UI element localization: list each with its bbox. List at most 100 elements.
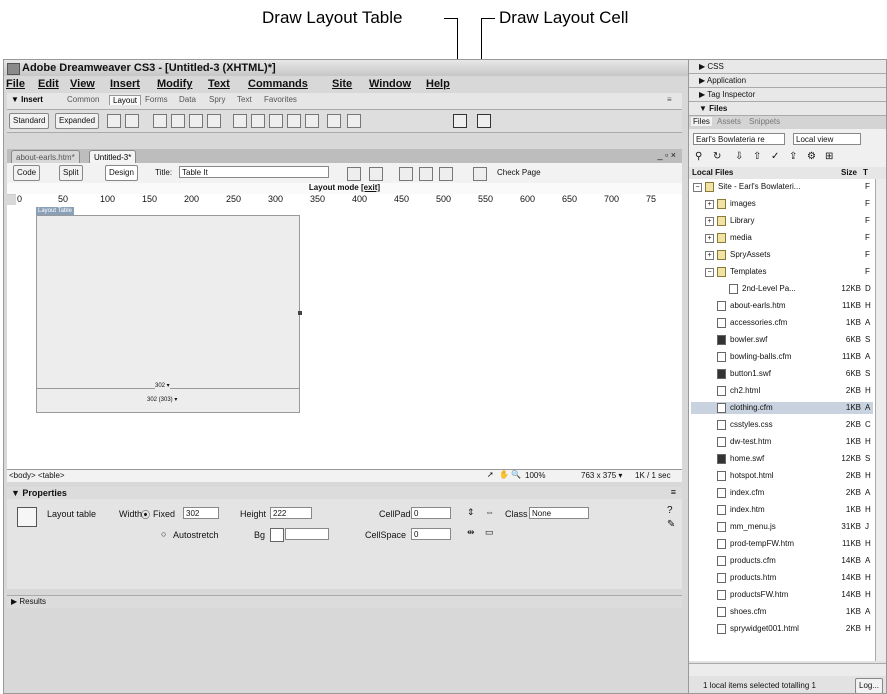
expand-toggle-icon[interactable]: + — [705, 234, 714, 243]
window-size-select[interactable]: 763 x 375 ▾ — [581, 471, 622, 480]
menu-help[interactable]: Help — [426, 78, 450, 90]
file-tree-row[interactable]: − Site - Earl's Bowlateri... F — [691, 181, 873, 193]
file-tree-row[interactable]: hotspot.html 2KB H — [691, 470, 873, 482]
zoom-tool-icon[interactable]: 🔍 — [511, 470, 521, 479]
file-tree-row[interactable]: shoes.cfm 1KB A — [691, 606, 873, 618]
file-tree-row[interactable]: productsFW.htm 14KB H — [691, 589, 873, 601]
merge-cells-icon[interactable] — [287, 114, 301, 128]
file-tree-row[interactable]: bowling-balls.cfm 11KB A — [691, 351, 873, 363]
file-tree-row[interactable]: index.htm 1KB H — [691, 504, 873, 516]
column-width-label[interactable]: 302 ▾ — [155, 382, 170, 389]
file-tree-row[interactable]: home.swf 12KB S — [691, 453, 873, 465]
resize-handle[interactable] — [298, 311, 302, 315]
check-in-icon[interactable]: ⇪ — [789, 151, 797, 162]
autostretch-radio[interactable]: ○ — [161, 529, 166, 539]
insert-div-icon[interactable] — [125, 114, 139, 128]
cellpad-input[interactable]: 0 — [411, 507, 451, 519]
file-tree-row[interactable]: + SpryAssets F — [691, 249, 873, 261]
log-button[interactable]: Log... — [855, 678, 884, 693]
results-panel-header[interactable]: ▶ Results — [7, 595, 682, 608]
split-view-button[interactable]: Split — [59, 165, 83, 181]
layout-mode-exit-link[interactable]: [exit] — [361, 183, 380, 192]
panel-options-icon[interactable]: ≡ — [667, 95, 672, 104]
design-view-button[interactable]: Design — [105, 165, 138, 181]
tab-files[interactable]: Files — [691, 117, 712, 126]
panel-group-application[interactable]: ▶ Application — [689, 74, 886, 88]
ap-div-icon[interactable] — [153, 114, 167, 128]
tab-untitled-3[interactable]: Untitled-3* — [89, 150, 137, 164]
width-input[interactable]: 302 — [183, 507, 219, 519]
bg-color-input[interactable] — [285, 528, 329, 540]
file-tree-row[interactable]: ch2.html 2KB H — [691, 385, 873, 397]
panel-group-tag-inspector[interactable]: ▶ Tag Inspector — [689, 88, 886, 102]
menu-edit[interactable]: Edit — [38, 78, 59, 90]
file-tree-row[interactable]: − Templates F — [691, 266, 873, 278]
doc-window-controls[interactable]: _ ▫ × — [658, 150, 676, 160]
draw-ap-div-icon[interactable] — [171, 114, 185, 128]
view-options-icon[interactable] — [419, 167, 433, 181]
validate-markup-icon[interactable] — [473, 167, 487, 181]
zoom-select[interactable]: 100% — [525, 471, 545, 480]
insert-row-icon[interactable] — [251, 114, 265, 128]
draw-layer-icon[interactable] — [189, 114, 203, 128]
layout-table-tab[interactable]: Layout Table — [36, 207, 74, 215]
preview-in-browser-icon[interactable] — [369, 167, 383, 181]
tab-assets[interactable]: Assets — [717, 117, 741, 126]
menu-site[interactable]: Site — [332, 78, 352, 90]
layout-table[interactable]: Layout Table 302 ▾ 302 (303) ▾ — [36, 207, 302, 413]
file-tree-row[interactable]: + images F — [691, 198, 873, 210]
expand-toggle-icon[interactable]: + — [705, 200, 714, 209]
file-tree-row[interactable]: clothing.cfm 1KB A — [691, 402, 873, 414]
file-tree-row[interactable]: csstyles.css 2KB C — [691, 419, 873, 431]
insert-bar-label[interactable]: ▼ Insert — [11, 95, 43, 104]
synchronize-icon[interactable]: ⚙ — [807, 151, 816, 162]
expand-icon[interactable]: ⊞ — [825, 151, 833, 162]
frame-icon[interactable] — [207, 114, 221, 128]
table-width-label[interactable]: 302 (303) ▾ — [147, 396, 178, 403]
view-select[interactable]: Local view — [793, 133, 861, 145]
get-files-icon[interactable]: ⇩ — [735, 151, 743, 162]
menu-text[interactable]: Text — [208, 78, 230, 90]
code-view-button[interactable]: Code — [13, 165, 41, 181]
tab-data[interactable]: Data — [179, 95, 196, 104]
file-tree-row[interactable]: bowler.swf 6KB S — [691, 334, 873, 346]
visual-aids-icon[interactable] — [439, 167, 453, 181]
frames-dropdown-icon[interactable] — [347, 114, 361, 128]
file-tree-row[interactable]: button1.swf 6KB S — [691, 368, 873, 380]
file-tree-row[interactable]: + media F — [691, 232, 873, 244]
autostretch-icon[interactable]: ⇹ — [467, 527, 475, 538]
help-icon[interactable]: ? — [667, 505, 673, 516]
split-cell-icon[interactable] — [305, 114, 319, 128]
file-tree-hscrollbar[interactable] — [689, 663, 886, 676]
menu-window[interactable]: Window — [369, 78, 411, 90]
menu-insert[interactable]: Insert — [110, 78, 140, 90]
standard-button[interactable]: Standard — [9, 113, 50, 129]
file-tree-row[interactable]: sprywidget001.html 2KB H — [691, 623, 873, 635]
iframe-icon[interactable] — [327, 114, 341, 128]
tab-snippets[interactable]: Snippets — [749, 117, 780, 126]
tab-text[interactable]: Text — [237, 95, 252, 104]
file-tree-row[interactable]: about-earls.htm 11KB H — [691, 300, 873, 312]
properties-options-icon[interactable]: ≡ — [671, 487, 676, 497]
draw-layout-cell-icon[interactable] — [477, 114, 491, 128]
height-input[interactable]: 222 — [270, 507, 312, 519]
expanded-button[interactable]: Expanded — [55, 113, 100, 129]
tab-spry[interactable]: Spry — [209, 95, 225, 104]
expand-toggle-icon[interactable]: + — [705, 251, 714, 260]
file-tree-row[interactable]: mm_menu.js 31KB J — [691, 521, 873, 533]
tab-common[interactable]: Common — [67, 95, 99, 104]
connect-icon[interactable]: ⚲ — [695, 151, 702, 162]
select-tool-icon[interactable]: ➚ — [487, 470, 494, 479]
tab-about-earls[interactable]: about-earls.htm* — [11, 150, 80, 164]
tab-favorites[interactable]: Favorites — [264, 95, 297, 104]
file-tree-row[interactable]: prod-tempFW.htm 11KB H — [691, 538, 873, 550]
hand-tool-icon[interactable]: ✋ — [499, 470, 509, 479]
site-select[interactable]: Earl's Bowlateria re — [693, 133, 785, 145]
refresh-icon[interactable] — [399, 167, 413, 181]
remove-spacers-icon[interactable]: ▭ — [485, 527, 494, 538]
insert-column-icon[interactable] — [269, 114, 283, 128]
menu-commands[interactable]: Commands — [248, 78, 308, 90]
local-files-column[interactable]: Local Files — [692, 168, 733, 177]
tab-forms[interactable]: Forms — [145, 95, 168, 104]
size-column[interactable]: Size — [841, 168, 857, 177]
